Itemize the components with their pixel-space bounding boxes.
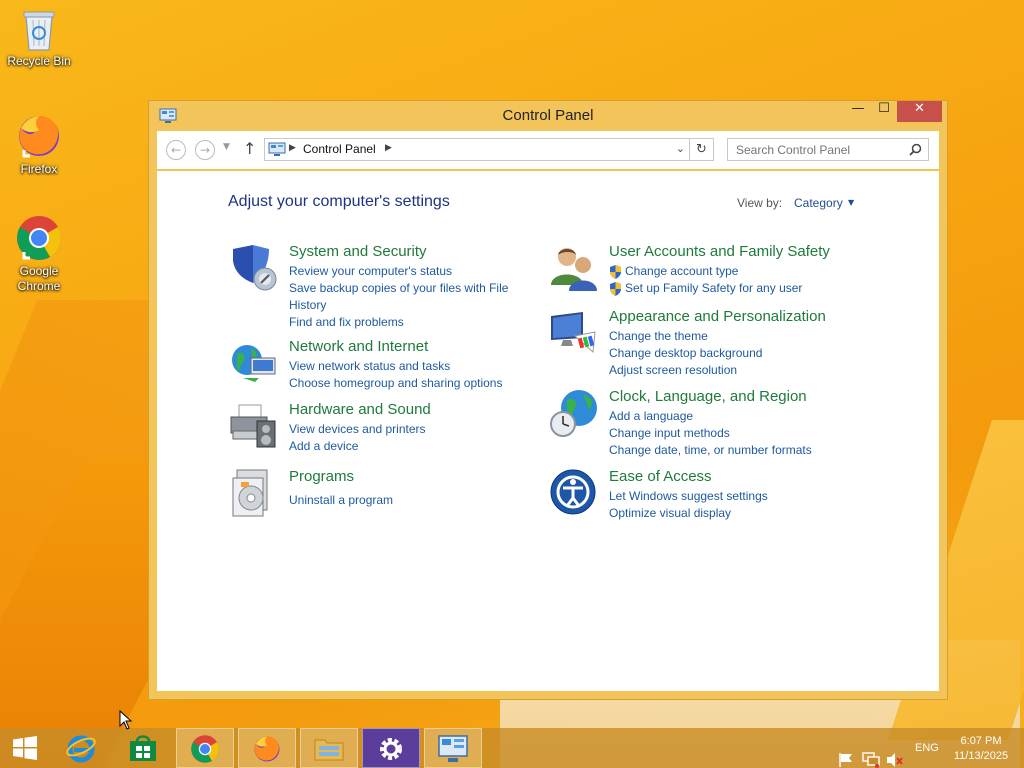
uac-shield-icon: [610, 282, 621, 296]
category-title[interactable]: Appearance and Personalization: [609, 308, 826, 325]
input-language-indicator[interactable]: ENG: [915, 742, 939, 768]
caret-down-icon[interactable]: ▼: [848, 198, 854, 207]
desktop-icon-label: Recycle Bin: [7, 54, 71, 68]
content-area: Adjust your computer's settings View by:…: [157, 171, 939, 691]
link-date-time-formats[interactable]: Change date, time, or number formats: [609, 442, 869, 459]
link-add-language[interactable]: Add a language: [609, 408, 869, 425]
volume-muted-icon[interactable]: [886, 740, 904, 768]
clock-time: 6:07 PM: [960, 735, 1002, 747]
category-title[interactable]: Network and Internet: [289, 338, 428, 355]
link-input-methods[interactable]: Change input methods: [609, 425, 869, 442]
firefox-icon: [19, 116, 59, 158]
monitor-palette-icon: [551, 312, 596, 354]
globe-network-icon: [232, 345, 276, 382]
taskbar-internet-explorer[interactable]: [52, 728, 110, 768]
link-change-theme[interactable]: Change the theme: [609, 328, 849, 345]
desktop-icon-firefox[interactable]: Firefox: [2, 112, 76, 177]
up-button[interactable]: ↑: [243, 139, 256, 158]
control-panel-icon: [268, 142, 286, 156]
desktop-icon-label: Firefox: [20, 162, 58, 176]
category-title[interactable]: Hardware and Sound: [289, 401, 431, 418]
forward-button[interactable]: →: [195, 140, 215, 160]
chevron-down-icon[interactable]: ⌄: [676, 142, 685, 155]
link-change-account-type[interactable]: Change account type: [609, 263, 869, 280]
mouse-cursor-icon: [119, 710, 133, 730]
desktop-icon-label: Google Chrome: [17, 264, 61, 293]
link-add-device[interactable]: Add a device: [289, 438, 529, 455]
category-title[interactable]: User Accounts and Family Safety: [609, 243, 830, 260]
link-suggest-settings[interactable]: Let Windows suggest settings: [609, 488, 849, 505]
desktop-icon-google-chrome[interactable]: Google Chrome: [2, 214, 76, 294]
link-find-fix-problems[interactable]: Find and fix problems: [289, 314, 529, 331]
windows-logo-icon: [13, 736, 37, 760]
system-clock[interactable]: 6:07 PM 11/13/2025: [948, 734, 1014, 764]
chrome-icon: [191, 735, 219, 763]
control-panel-window: Control Panel — ☐ ✕ ← → ▼ ↑ ▶ Control Pa…: [148, 100, 948, 700]
title-bar[interactable]: Control Panel — ☐ ✕: [149, 101, 947, 131]
firefox-icon: [254, 736, 280, 762]
breadcrumb-control-panel[interactable]: Control Panel: [303, 142, 376, 156]
uac-shield-icon: [610, 265, 621, 279]
maximize-button[interactable]: ☐: [871, 101, 897, 122]
internet-explorer-icon: [66, 735, 96, 763]
taskbar-settings[interactable]: [362, 728, 420, 768]
link-review-status[interactable]: Review your computer's status: [289, 263, 529, 280]
link-family-safety[interactable]: Set up Family Safety for any user: [609, 280, 869, 297]
category-title[interactable]: Clock, Language, and Region: [609, 388, 807, 405]
link-devices-printers[interactable]: View devices and printers: [289, 421, 529, 438]
chevron-right-icon[interactable]: ▶: [289, 143, 296, 153]
action-center-flag-icon[interactable]: [838, 740, 854, 768]
start-button[interactable]: [0, 728, 50, 768]
recent-locations-dropdown[interactable]: ▼: [223, 142, 230, 152]
page-title: Adjust your computer's settings: [228, 193, 450, 210]
view-by-dropdown[interactable]: Category: [794, 196, 843, 210]
chrome-icon: [17, 216, 61, 260]
recycle-bin-icon: [23, 11, 55, 51]
taskbar-store[interactable]: [114, 728, 172, 768]
shield-icon: [233, 245, 277, 291]
taskbar-chrome[interactable]: [176, 728, 234, 768]
printer-icon: [230, 404, 276, 448]
taskbar-file-explorer[interactable]: [300, 728, 358, 768]
window-title: Control Panel: [502, 107, 594, 124]
view-by-label: View by:: [737, 196, 783, 210]
link-screen-resolution[interactable]: Adjust screen resolution: [609, 362, 849, 379]
clock-date: 11/13/2025: [953, 750, 1009, 762]
chevron-right-icon[interactable]: ▶: [385, 143, 392, 153]
refresh-button[interactable]: ↻: [690, 138, 714, 161]
gear-icon: [380, 738, 402, 760]
search-icon[interactable]: [909, 143, 922, 156]
link-homegroup[interactable]: Choose homegroup and sharing options: [289, 375, 529, 392]
category-title[interactable]: Ease of Access: [609, 468, 712, 485]
category-title[interactable]: Programs: [289, 468, 354, 485]
ease-of-access-icon: [550, 469, 596, 515]
link-file-history[interactable]: Save backup copies of your files with Fi…: [289, 280, 529, 314]
navigation-bar: ← → ▼ ↑ ▶ Control Panel ▶ ⌄ ↻: [157, 131, 939, 169]
network-icon[interactable]: [862, 740, 880, 768]
search-input[interactable]: [728, 139, 903, 160]
desktop-icon-recycle-bin[interactable]: Recycle Bin: [2, 6, 76, 69]
category-title[interactable]: System and Security: [289, 243, 427, 260]
control-panel-icon: [438, 735, 468, 762]
back-button[interactable]: ←: [166, 140, 186, 160]
link-uninstall-program[interactable]: Uninstall a program: [289, 492, 529, 509]
taskbar-control-panel[interactable]: [424, 728, 482, 768]
users-icon: [551, 248, 597, 291]
link-desktop-background[interactable]: Change desktop background: [609, 345, 849, 362]
minimize-button[interactable]: —: [845, 101, 871, 122]
store-icon: [130, 735, 156, 761]
link-network-status[interactable]: View network status and tasks: [289, 358, 529, 375]
programs-icon: [232, 469, 268, 517]
link-optimize-visual[interactable]: Optimize visual display: [609, 505, 849, 522]
globe-clock-icon: [550, 390, 597, 437]
close-button[interactable]: ✕: [897, 101, 942, 122]
taskbar: ENG 6:07 PM 11/13/2025: [0, 728, 1024, 768]
search-box[interactable]: [727, 138, 929, 161]
folder-icon: [314, 739, 344, 761]
taskbar-firefox[interactable]: [238, 728, 296, 768]
address-bar[interactable]: ▶ Control Panel ▶ ⌄: [264, 138, 690, 161]
